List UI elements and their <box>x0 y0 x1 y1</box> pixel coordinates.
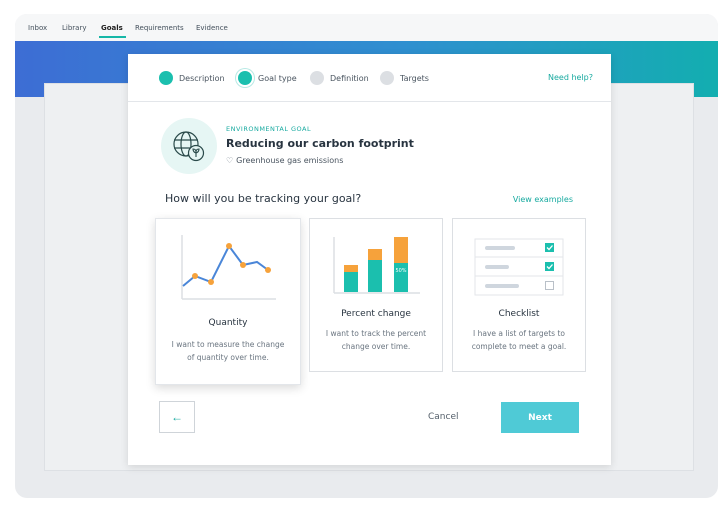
step-label: Targets <box>400 73 429 83</box>
cancel-button[interactable]: Cancel <box>428 412 459 422</box>
card-description: I have a list of targets to complete to … <box>471 329 567 351</box>
arrow-left-icon: ← <box>171 410 183 424</box>
view-examples-link[interactable]: View examples <box>513 195 573 204</box>
step-targets[interactable]: Targets <box>380 70 429 86</box>
step-pending-dot <box>380 71 394 85</box>
next-button[interactable]: Next <box>501 402 579 433</box>
tracking-question: How will you be tracking your goal? <box>165 192 362 205</box>
card-percent-change[interactable]: 50% Percent change I want to track the p… <box>309 218 443 372</box>
card-description: I want to track the percent change over … <box>325 329 427 351</box>
card-quantity[interactable]: Quantity I want to measure the change of… <box>155 218 301 385</box>
nav-goals[interactable]: Goals <box>101 24 123 32</box>
nav-inbox[interactable]: Inbox <box>28 24 47 32</box>
step-pending-dot <box>310 71 324 85</box>
card-title: Percent change <box>341 309 411 319</box>
top-navigation: Inbox Library Goals Requirements Evidenc… <box>15 14 718 41</box>
goal-wizard-dialog: Description Goal type Definition Targets… <box>128 54 611 465</box>
card-description: I want to measure the change of quantity… <box>171 340 285 362</box>
step-definition[interactable]: Definition <box>310 70 369 86</box>
card-title: Quantity <box>208 318 248 328</box>
nav-library[interactable]: Library <box>62 24 86 32</box>
bar-badge: 50% <box>395 268 406 274</box>
app-frame: Inbox Library Goals Requirements Evidenc… <box>15 14 718 498</box>
wizard-steps: Description Goal type Definition Targets… <box>128 54 611 102</box>
bar-chart-illustration: 50% <box>333 237 420 294</box>
goal-category: ENVIRONMENTAL GOAL <box>226 125 312 133</box>
goal-title: Reducing our carbon footprint <box>226 137 414 150</box>
step-label: Goal type <box>258 73 297 83</box>
card-checklist[interactable]: Checklist I have a list of targets to co… <box>452 218 586 372</box>
goal-icon-badge <box>161 118 217 174</box>
nav-requirements[interactable]: Requirements <box>135 24 184 32</box>
step-label: Definition <box>330 73 369 83</box>
nav-active-indicator <box>99 36 126 38</box>
back-button[interactable]: ← <box>159 401 195 433</box>
card-title: Checklist <box>498 309 540 319</box>
step-done-dot <box>159 71 173 85</box>
nav-evidence[interactable]: Evidence <box>196 24 228 32</box>
globe-leaf-icon <box>173 131 205 162</box>
step-label: Description <box>179 73 225 83</box>
need-help-link[interactable]: Need help? <box>548 73 593 82</box>
heart-leaf-icon: ♡ <box>226 156 234 165</box>
checklist-illustration <box>474 238 564 296</box>
goal-subtitle-row: ♡ Greenhouse gas emissions <box>226 156 343 165</box>
line-chart-illustration <box>181 235 276 300</box>
goal-subtitle: Greenhouse gas emissions <box>236 156 344 165</box>
step-current-dot <box>238 71 252 85</box>
step-description[interactable]: Description <box>159 70 225 86</box>
step-goal-type[interactable]: Goal type <box>238 70 297 86</box>
